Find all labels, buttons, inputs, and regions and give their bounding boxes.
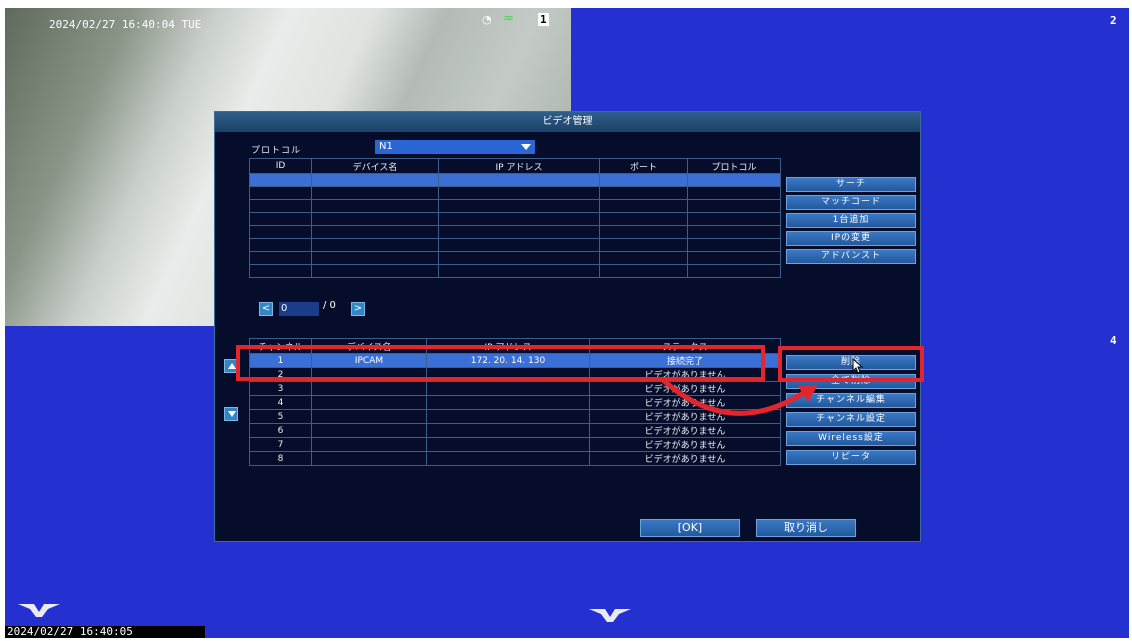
mouse-cursor-icon (852, 358, 864, 374)
annotation-arrow (660, 377, 818, 416)
